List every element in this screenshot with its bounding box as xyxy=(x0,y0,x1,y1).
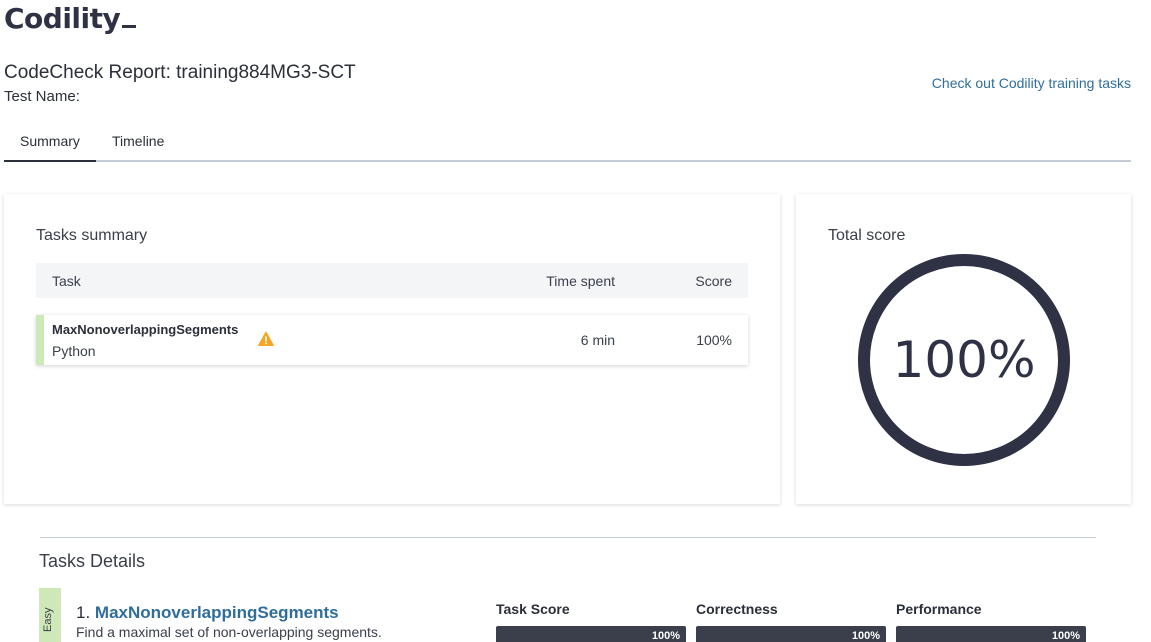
metric-task-score-bar: 100% xyxy=(496,626,686,642)
logo-text: Codility xyxy=(4,2,121,35)
task-detail-description: Find a maximal set of non-overlapping se… xyxy=(76,624,382,640)
task-language: Python xyxy=(52,343,96,359)
task-time-spent: 6 min xyxy=(580,332,615,348)
training-tasks-link[interactable]: Check out Codility training tasks xyxy=(932,75,1131,91)
column-task: Task xyxy=(52,273,81,289)
section-divider xyxy=(40,537,1096,538)
metric-performance-bar: 100% xyxy=(896,626,1086,642)
report-tabs: Summary Timeline xyxy=(4,122,1131,162)
difficulty-badge: Easy xyxy=(39,588,61,642)
metric-correctness-value: 100% xyxy=(851,630,880,642)
difficulty-label: Easy xyxy=(42,607,54,632)
task-detail-index: 1. xyxy=(76,603,91,622)
tasks-table-header: Task Time spent Score xyxy=(36,263,748,298)
report-title: CodeCheck Report: training884MG3-SCT xyxy=(4,62,356,83)
difficulty-indicator xyxy=(36,315,44,365)
metric-task-score-label: Task Score xyxy=(496,601,570,617)
tab-summary[interactable]: Summary xyxy=(4,122,96,162)
table-row[interactable]: MaxNonoverlappingSegments Python 6 min 1… xyxy=(36,315,748,365)
metric-task-score-value: 100% xyxy=(651,630,680,642)
task-score: 100% xyxy=(696,332,732,348)
column-score: Score xyxy=(695,273,732,289)
codility-logo[interactable]: Codility xyxy=(4,2,137,35)
task-detail-link[interactable]: MaxNonoverlappingSegments xyxy=(95,603,339,622)
column-time-spent: Time spent xyxy=(546,273,615,289)
task-detail-heading: 1. MaxNonoverlappingSegments xyxy=(76,603,339,623)
tasks-summary-card: Tasks summary Task Time spent Score MaxN… xyxy=(4,194,780,504)
tab-timeline[interactable]: Timeline xyxy=(96,122,180,162)
tasks-details-title: Tasks Details xyxy=(39,551,146,571)
total-score-card: Total score 100% xyxy=(796,194,1131,504)
metric-correctness-label: Correctness xyxy=(696,601,778,617)
metric-performance-label: Performance xyxy=(896,601,982,617)
metric-performance-value: 100% xyxy=(1051,630,1080,642)
metric-correctness-bar: 100% xyxy=(696,626,886,642)
warning-icon xyxy=(258,331,274,346)
task-name: MaxNonoverlappingSegments xyxy=(52,322,239,337)
total-score-title: Total score xyxy=(828,227,906,244)
logo-cursor xyxy=(122,25,137,28)
total-score-value: 100% xyxy=(892,331,1036,389)
tasks-summary-title: Tasks summary xyxy=(36,227,148,244)
test-name-label: Test Name: xyxy=(4,88,80,105)
